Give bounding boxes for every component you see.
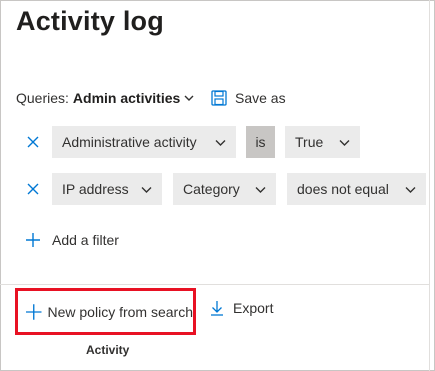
export-button[interactable]: Export [210, 298, 273, 318]
new-policy-label: New policy from search [47, 303, 194, 320]
filter-operator-value: is [255, 134, 266, 150]
filter-field-dropdown[interactable]: Administrative activity [52, 126, 236, 158]
add-filter-button[interactable]: Add a filter [26, 230, 119, 250]
queries-dropdown[interactable]: Queries: Admin activities [16, 88, 194, 108]
filter-field-value: IP address [62, 181, 129, 197]
filter-value-text: does not equal [297, 181, 389, 197]
save-as-label: Save as [235, 90, 286, 106]
save-icon [211, 90, 227, 106]
queries-selected-value: Admin activities [72, 90, 181, 106]
filter-operator-value: Category [183, 181, 240, 197]
queries-label: Queries: [16, 90, 69, 106]
section-divider [0, 284, 430, 285]
filter-value-dropdown[interactable]: True [285, 126, 360, 158]
export-label: Export [233, 300, 274, 316]
plus-icon [26, 233, 40, 247]
save-as-button[interactable]: Save as [211, 88, 286, 108]
page-title: Activity log [16, 6, 164, 36]
filter-value-text: True [295, 134, 324, 150]
filter-field-dropdown[interactable]: IP address [52, 173, 162, 205]
close-icon [27, 183, 39, 195]
add-filter-label: Add a filter [52, 232, 119, 248]
filter-operator-dropdown[interactable]: Category [173, 173, 276, 205]
download-icon [211, 301, 223, 316]
filter-operator-label: is [246, 126, 275, 158]
filter-field-value: Administrative activity [62, 134, 197, 150]
chevron-down-icon [255, 187, 266, 193]
chevron-down-icon [215, 140, 226, 146]
chevron-down-icon [141, 187, 152, 193]
chevron-down-icon [405, 187, 416, 193]
panel-divider [429, 0, 430, 371]
new-policy-from-search-button[interactable]: New policy from search [15, 288, 196, 335]
chevron-down-icon [184, 95, 194, 101]
plus-icon [26, 303, 42, 320]
chevron-down-icon [339, 140, 350, 146]
filter-value-dropdown[interactable]: does not equal [287, 173, 426, 205]
table-column-header-activity[interactable]: Activity [86, 343, 129, 357]
close-icon [27, 136, 39, 148]
remove-filter-button[interactable] [25, 134, 41, 150]
remove-filter-button[interactable] [25, 181, 41, 197]
